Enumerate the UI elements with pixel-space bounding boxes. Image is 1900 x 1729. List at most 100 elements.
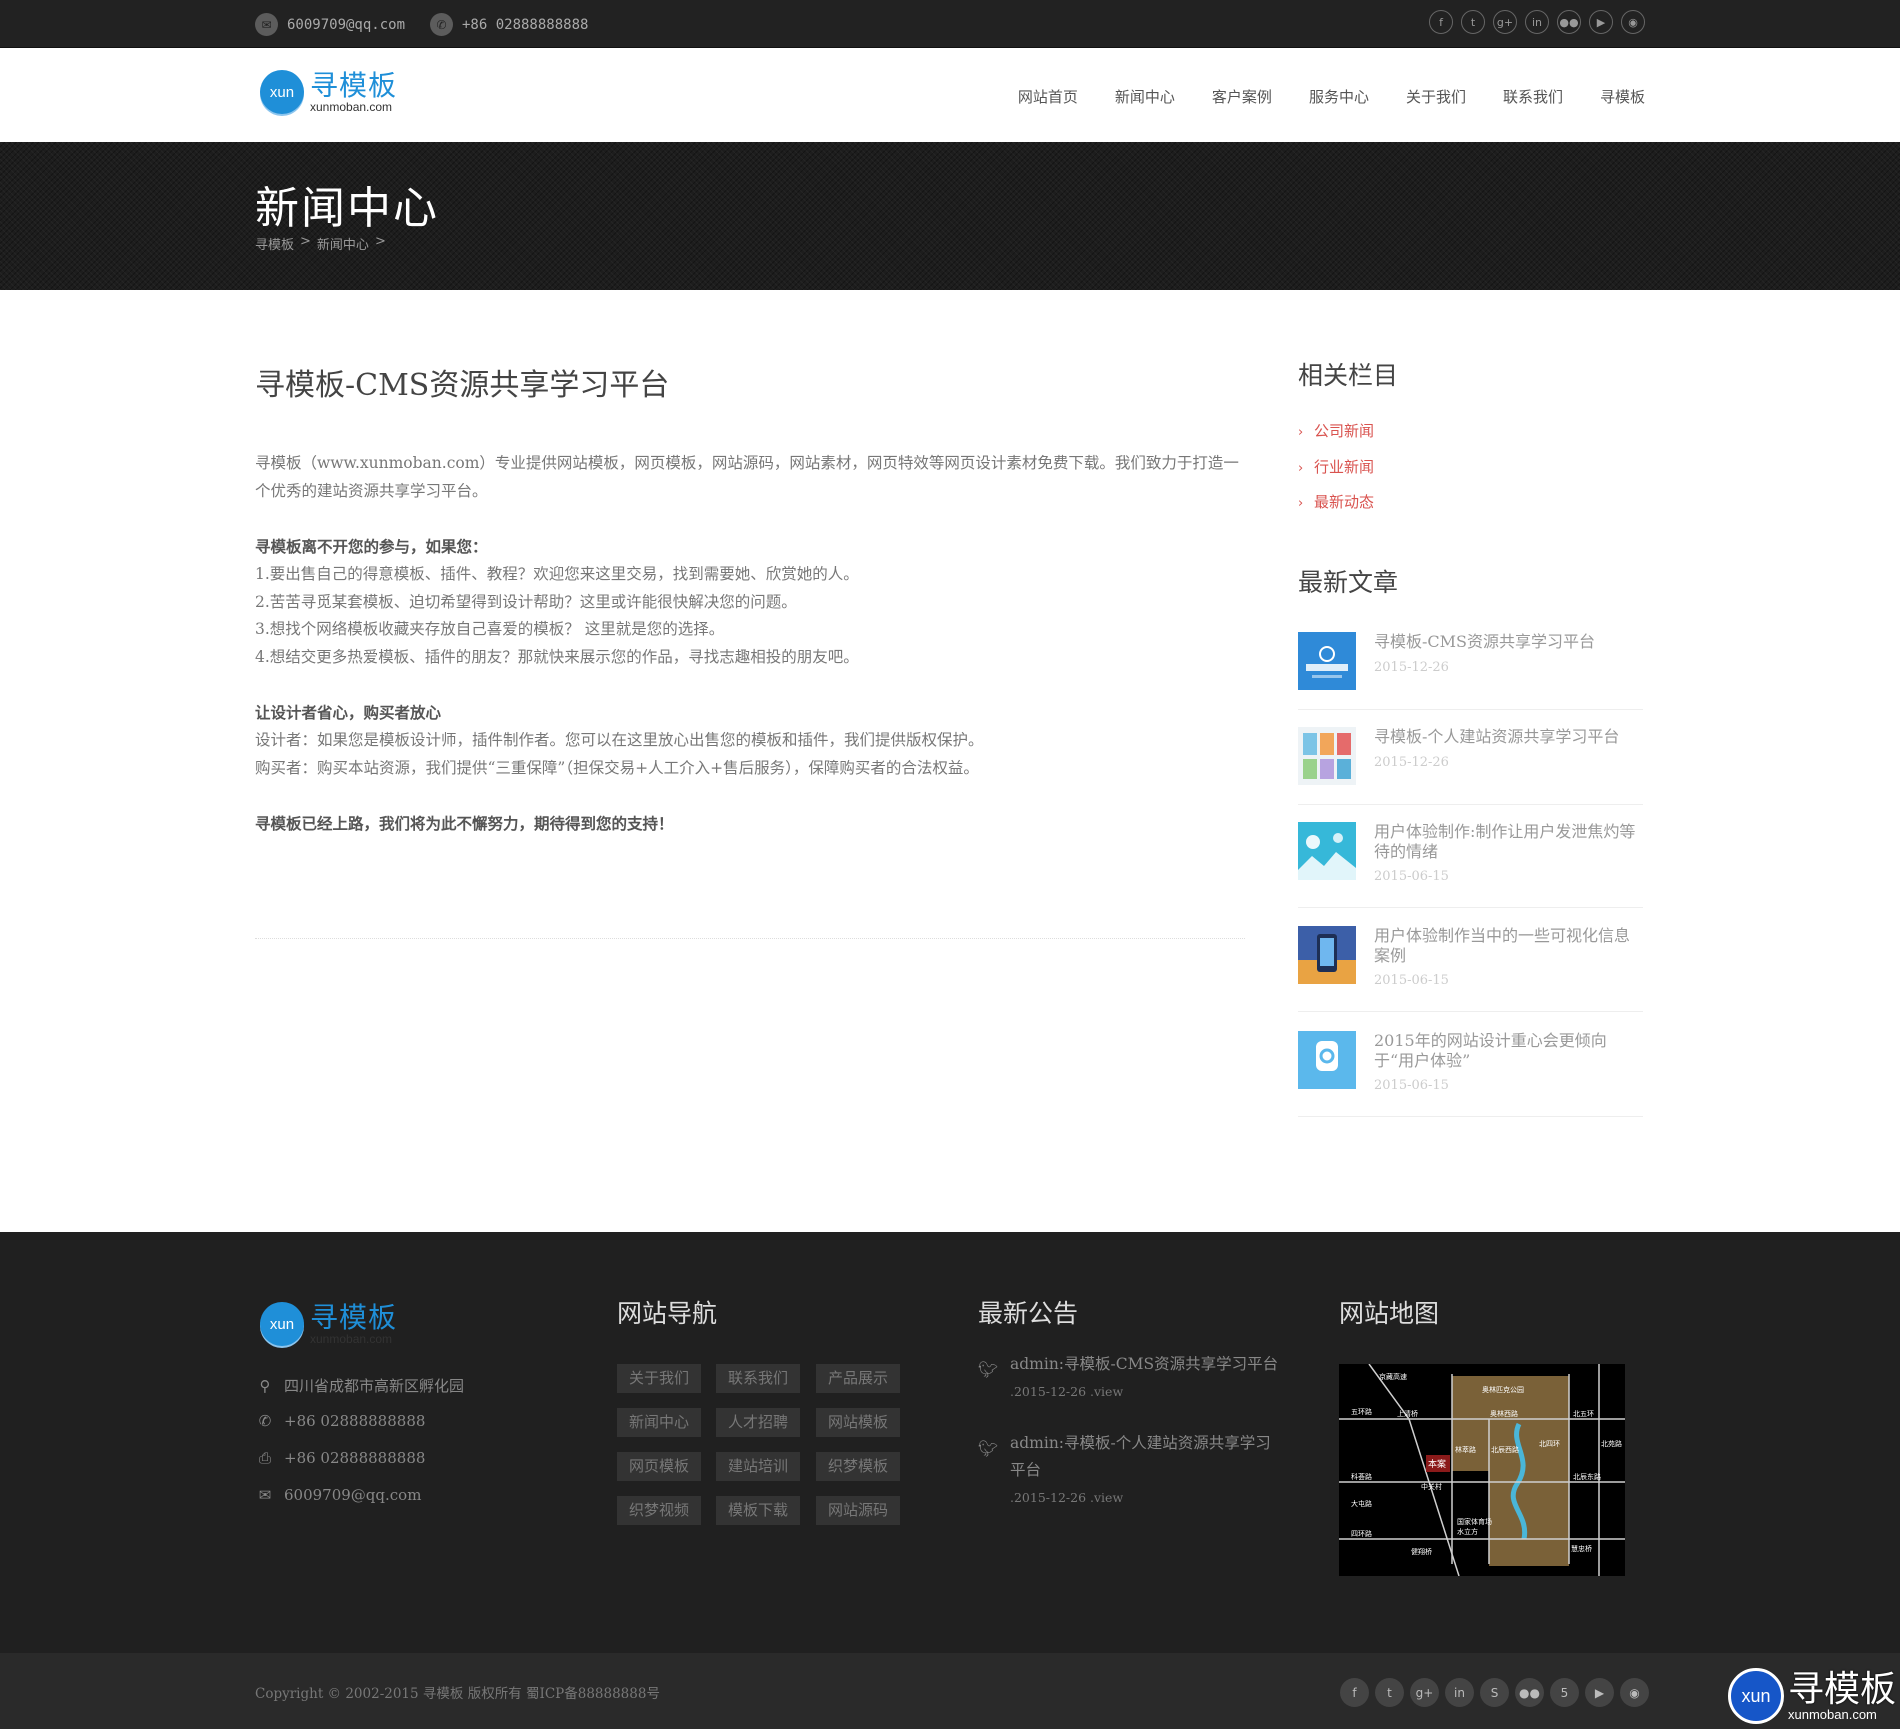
sidebar-latest-title: 最新文章 — [1298, 568, 1399, 597]
article-list-item: 购买者：购买本站资源，我们提供“三重保障”（担保交易+人工介入+售后服务），保障… — [255, 758, 979, 777]
rss-icon[interactable]: ◉ — [1621, 10, 1645, 34]
linkedin-icon[interactable]: in — [1525, 10, 1549, 34]
envelope-icon: ✉ — [258, 1486, 272, 1504]
article-section-heading: 寻模板离不开您的参与，如果您： — [255, 536, 488, 556]
facebook-icon[interactable]: f — [1340, 1678, 1369, 1707]
post-date: 2015-06-15 — [1374, 1078, 1449, 1093]
sidebar-category-latest[interactable]: › 最新动态 — [1298, 491, 1374, 512]
sidebar-post[interactable]: 用户体验制作当中的一些可视化信息案例 2015-06-15 — [1298, 926, 1643, 1012]
map-label: 北五环 — [1573, 1410, 1594, 1418]
linkedin-icon[interactable]: in — [1445, 1678, 1474, 1707]
nav-about[interactable]: 关于我们 — [1406, 86, 1466, 107]
twitter-icon: 🐦︎ — [978, 1439, 999, 1458]
post-title: 寻模板-个人建站资源共享学习平台 — [1374, 727, 1620, 746]
google-plus-icon[interactable]: g+ — [1410, 1678, 1439, 1707]
category-label: 最新动态 — [1314, 493, 1375, 511]
footer-notice[interactable]: admin:寻模板-个人建站资源共享学习平台 .2015-12-26 .view — [1010, 1430, 1285, 1511]
nav-services[interactable]: 服务中心 — [1309, 86, 1369, 107]
post-thumbnail — [1298, 632, 1356, 690]
footer-address-text: 四川省成都市高新区孵化园 — [284, 1377, 465, 1395]
google-plus-icon[interactable]: g+ — [1493, 10, 1517, 34]
sidebar-category-industry-news[interactable]: › 行业新闻 — [1298, 456, 1374, 477]
article-list-item: 3.想找个网络模板收藏夹存放自己喜爱的模板？ 这里就是您的选择。 — [255, 620, 725, 638]
footer-nav-tag[interactable]: 网站源码 — [816, 1496, 901, 1525]
footer-email[interactable]: ✉ 6009709@qq.com — [255, 1486, 422, 1504]
map-label: 京藏高速 — [1379, 1372, 1407, 1381]
site-logo[interactable]: xun 寻模板 xunmoban.com — [260, 70, 397, 114]
flickr-icon[interactable]: ●● — [1515, 1678, 1544, 1707]
nav-xunmoban[interactable]: 寻模板 — [1600, 86, 1645, 107]
article-list-item: 4.想结交更多热爱模板、插件的朋友？那就快来展示您的作品，寻找志趣相投的朋友吧。 — [255, 647, 859, 666]
watermark-logo: xun 寻模板 xunmoban.com — [1728, 1668, 1896, 1724]
logo-name: 寻模板 — [310, 1301, 398, 1334]
footer-notice[interactable]: admin:寻模板-CMS资源共享学习平台 .2015-12-26 .view — [1010, 1351, 1285, 1405]
post-thumbnail — [1298, 727, 1356, 785]
footer-nav-title: 网站导航 — [617, 1299, 718, 1328]
map-label: 五环路 — [1351, 1407, 1372, 1416]
footer-nav-tag[interactable]: 模板下载 — [716, 1496, 801, 1525]
main-nav: 网站首页 新闻中心 客户案例 服务中心 关于我们 联系我们 寻模板 — [1018, 86, 1645, 107]
nav-home[interactable]: 网站首页 — [1018, 86, 1078, 107]
twitter-icon[interactable]: t — [1375, 1678, 1404, 1707]
footer-nav-tag[interactable]: 关于我们 — [617, 1364, 702, 1393]
nav-contact[interactable]: 联系我们 — [1503, 86, 1563, 107]
logo-mark: xun — [260, 70, 304, 114]
youtube-icon[interactable]: ▶ — [1585, 1678, 1614, 1707]
topbar-email[interactable]: ✉ 6009709@qq.com — [255, 13, 405, 36]
facebook-icon[interactable]: f — [1429, 10, 1453, 34]
footer-nav-tag[interactable]: 织梦模板 — [816, 1452, 901, 1481]
skype-icon[interactable]: S — [1480, 1678, 1509, 1707]
notice-date: .2015-12-26 .view — [1010, 1384, 1124, 1399]
footer-nav-tag[interactable]: 建站培训 — [716, 1452, 801, 1481]
footer-map-title: 网站地图 — [1339, 1299, 1440, 1328]
post-thumbnail — [1298, 926, 1356, 984]
notice-title: admin:寻模板-个人建站资源共享学习平台 — [1010, 1434, 1271, 1479]
breadcrumb-separator: > — [374, 234, 386, 249]
map-label: 水立方 — [1457, 1527, 1478, 1536]
envelope-icon: ✉ — [255, 13, 278, 36]
footer-phone: ✆ +86 02888888888 — [255, 1412, 426, 1430]
sidebar-post[interactable]: 2015年的网站设计重心会更倾向于“用户体验” 2015-06-15 — [1298, 1031, 1643, 1117]
footer-phone-text: +86 02888888888 — [284, 1412, 426, 1430]
article-body: 寻模板（www.xunmoban.com）专业提供网站模板，网页模板，网站源码，… — [255, 450, 1245, 838]
twitter-icon[interactable]: t — [1461, 10, 1485, 34]
nav-cases[interactable]: 客户案例 — [1212, 86, 1272, 107]
post-title: 用户体验制作:制作让用户发泄焦灼等待的情绪 — [1374, 822, 1636, 861]
breadcrumb-separator: > — [300, 234, 311, 249]
category-label: 行业新闻 — [1314, 458, 1375, 476]
footer-nav-tag[interactable]: 产品展示 — [816, 1364, 901, 1393]
map-label: 科荟路 — [1351, 1472, 1372, 1481]
footer-logo[interactable]: xun 寻模板 xunmoban.com — [260, 1302, 397, 1346]
post-thumbnail — [1298, 1031, 1356, 1089]
sidebar-post[interactable]: 用户体验制作:制作让用户发泄焦灼等待的情绪 2015-06-15 — [1298, 822, 1643, 908]
site-footer: xun 寻模板 xunmoban.com ⚲ 四川省成都市高新区孵化园 ✆ +8… — [0, 1232, 1900, 1653]
map-label: 大屯路 — [1351, 1499, 1372, 1508]
map-label: 慧忠桥 — [1571, 1544, 1592, 1553]
footer-nav-tag[interactable]: 网页模板 — [617, 1452, 702, 1481]
sidebar-post[interactable]: 寻模板-CMS资源共享学习平台 2015-12-26 — [1298, 632, 1643, 710]
nav-news[interactable]: 新闻中心 — [1115, 86, 1175, 107]
map-label: 上清桥 — [1397, 1409, 1418, 1418]
site-header: xun 寻模板 xunmoban.com 网站首页 新闻中心 客户案例 服务中心… — [0, 48, 1900, 142]
youtube-icon[interactable]: ▶ — [1589, 10, 1613, 34]
article-list-item: 1.要出售自己的得意模板、插件、教程？欢迎您来这里交易，找到需要她、欣赏她的人。 — [255, 565, 859, 583]
footer-nav-tag[interactable]: 联系我们 — [716, 1364, 801, 1393]
footer-nav-tag[interactable]: 织梦视频 — [617, 1496, 702, 1525]
flickr-icon[interactable]: ●● — [1557, 10, 1581, 34]
sidebar-post[interactable]: 寻模板-个人建站资源共享学习平台 2015-12-26 — [1298, 727, 1643, 805]
topbar-phone: ✆ +86 02888888888 — [430, 13, 588, 36]
sidebar-category-company-news[interactable]: › 公司新闻 — [1298, 420, 1374, 441]
footer-nav-tag[interactable]: 新闻中心 — [617, 1408, 702, 1437]
site-map-image[interactable]: 奥林匹克公园 五环路 上清桥 林萃路 奥林西路 北辰西路 北五环 北苑路 北四环… — [1339, 1364, 1625, 1576]
rss-icon[interactable]: ◉ — [1620, 1678, 1649, 1707]
post-title: 2015年的网站设计重心会更倾向于“用户体验” — [1374, 1031, 1607, 1070]
breadcrumb-news[interactable]: 新闻中心 — [317, 234, 369, 253]
footer-nav-tag[interactable]: 网站模板 — [816, 1408, 901, 1437]
footer-nav-tag[interactable]: 人才招聘 — [716, 1408, 801, 1437]
post-date: 2015-12-26 — [1374, 660, 1449, 675]
article-section-heading: 让设计者省心，购买者放心 — [255, 702, 442, 722]
twitter-icon: 🐦︎ — [978, 1360, 999, 1379]
breadcrumb-home[interactable]: 寻模板 — [255, 234, 294, 253]
html5-icon[interactable]: 5 — [1550, 1678, 1579, 1707]
footer-address: ⚲ 四川省成都市高新区孵化园 — [255, 1375, 465, 1396]
